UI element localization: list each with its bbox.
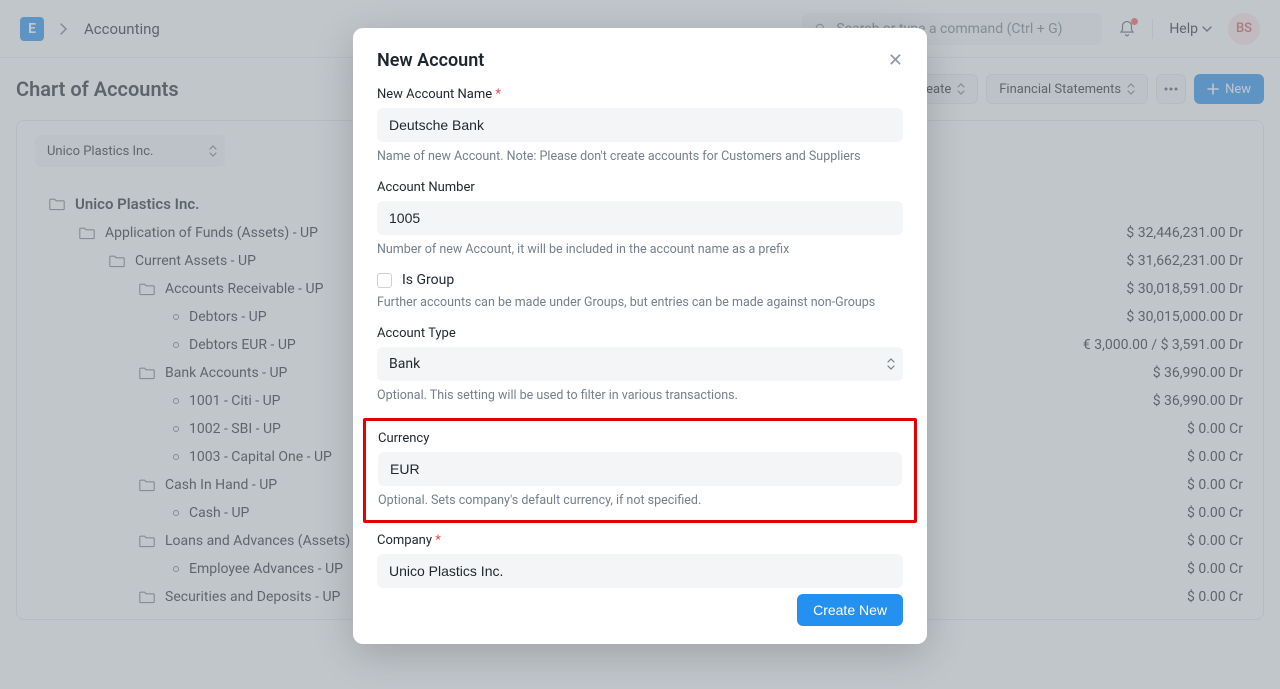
account-name-input[interactable] <box>377 108 903 142</box>
close-icon[interactable]: ✕ <box>888 50 903 71</box>
currency-input[interactable] <box>378 452 902 486</box>
updown-icon <box>887 358 895 370</box>
account-number-input[interactable] <box>377 201 903 235</box>
is-group-help: Further accounts can be made under Group… <box>377 294 903 312</box>
account-number-label: Account Number <box>377 180 903 195</box>
new-account-modal: New Account ✕ New Account Name * Name of… <box>353 28 927 644</box>
account-number-help: Number of new Account, it will be includ… <box>377 241 903 259</box>
account-type-label: Account Type <box>377 326 903 341</box>
account-type-help: Optional. This setting will be used to f… <box>377 387 903 405</box>
is-group-label: Is Group <box>402 272 454 288</box>
create-new-button[interactable]: Create New <box>797 594 903 626</box>
account-name-help: Name of new Account. Note: Please don't … <box>377 148 903 166</box>
currency-label: Currency <box>378 431 902 446</box>
company-input[interactable] <box>377 554 903 588</box>
modal-title: New Account <box>377 50 484 71</box>
currency-highlight: Currency Optional. Sets company's defaul… <box>363 418 917 523</box>
currency-help: Optional. Sets company's default currenc… <box>378 492 902 510</box>
account-name-label: New Account Name * <box>377 87 903 102</box>
is-group-checkbox[interactable] <box>377 273 392 288</box>
company-label: Company * <box>377 533 903 548</box>
account-type-select[interactable]: Bank <box>377 347 903 381</box>
